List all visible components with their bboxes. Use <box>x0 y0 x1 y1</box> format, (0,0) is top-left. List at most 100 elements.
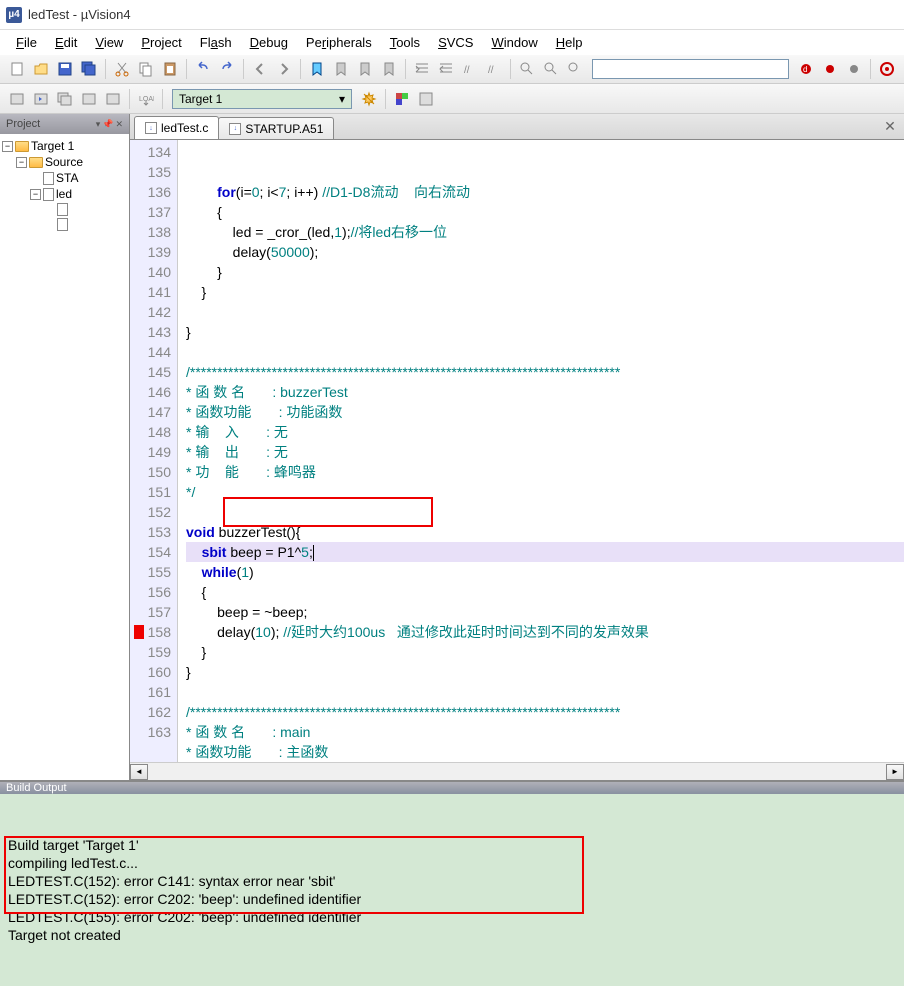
menu-debug[interactable]: Debug <box>242 33 296 52</box>
menu-window[interactable]: Window <box>483 33 545 52</box>
asm-file-icon: ↓ <box>229 123 241 135</box>
c-file-icon: ↓ <box>145 122 157 134</box>
scroll-track[interactable] <box>148 764 886 780</box>
translate-button[interactable] <box>6 88 28 110</box>
bookmark-prev-button[interactable] <box>330 58 352 80</box>
scroll-right-button[interactable]: ► <box>886 764 904 780</box>
batch-build-button[interactable] <box>78 88 100 110</box>
tree-toggle-icon[interactable]: − <box>2 141 13 152</box>
tab-ledtest[interactable]: ↓ ledTest.c <box>134 116 219 139</box>
bookmark-clear-button[interactable] <box>378 58 400 80</box>
tree-include-1[interactable] <box>2 202 127 217</box>
menu-file[interactable]: File <box>8 33 45 52</box>
project-panel-title: Project <box>6 118 40 130</box>
tree-file-led[interactable]: − led <box>2 186 127 202</box>
panel-pin-icon[interactable]: 📌 <box>102 119 113 130</box>
copy-button[interactable] <box>135 58 157 80</box>
menu-svcs[interactable]: SVCS <box>430 33 481 52</box>
manage-button[interactable] <box>415 88 437 110</box>
comment-button[interactable]: // <box>459 58 481 80</box>
menu-help[interactable]: Help <box>548 33 591 52</box>
build-button[interactable] <box>30 88 52 110</box>
undo-button[interactable] <box>192 58 214 80</box>
panel-close-icon[interactable]: ✕ <box>115 119 123 130</box>
uncomment-button[interactable]: // <box>483 58 505 80</box>
menu-peripherals[interactable]: Peripherals <box>298 33 380 52</box>
build-output-content[interactable]: Build target 'Target 1'compiling ledTest… <box>0 794 904 986</box>
bookmark-next-button[interactable] <box>354 58 376 80</box>
paste-button[interactable] <box>159 58 181 80</box>
code-content[interactable]: for(i=0; i<7; i++) //D1-D8流动 向右流动 { led … <box>178 140 904 762</box>
bookmark-button[interactable] <box>306 58 328 80</box>
build-output-panel: Build Output Build target 'Target 1'comp… <box>0 780 904 966</box>
menu-bar: File Edit View Project Flash Debug Perip… <box>0 30 904 54</box>
file-icon <box>57 218 68 231</box>
menu-tools[interactable]: Tools <box>382 33 428 52</box>
folder-icon <box>29 157 43 168</box>
redo-button[interactable] <box>216 58 238 80</box>
open-button[interactable] <box>30 58 52 80</box>
tab-bar: ↓ ledTest.c ↓ STARTUP.A51 ✕ <box>130 114 904 140</box>
tree-led-label: led <box>56 187 72 201</box>
tab-close-button[interactable]: ✕ <box>882 118 898 134</box>
panel-dropdown-icon[interactable]: ▾ <box>96 119 101 130</box>
target-select-value: Target 1 <box>179 92 222 106</box>
scroll-left-button[interactable]: ◄ <box>130 764 148 780</box>
find-combo[interactable] <box>592 59 789 79</box>
toolbar-build: LOAD Target 1 ▾ <box>0 84 904 114</box>
horizontal-scrollbar[interactable]: ◄ ► <box>130 762 904 780</box>
find-files-button[interactable] <box>540 58 562 80</box>
tab-startup[interactable]: ↓ STARTUP.A51 <box>218 117 334 139</box>
tab-ledtest-label: ledTest.c <box>161 121 208 135</box>
menu-project[interactable]: Project <box>133 33 189 52</box>
project-panel: Project ▾ 📌 ✕ − Target 1 − Source STA <box>0 114 130 780</box>
debug-start-button[interactable]: d <box>795 58 817 80</box>
build-output-title: Build Output <box>6 782 67 794</box>
project-panel-header: Project ▾ 📌 ✕ <box>0 114 129 134</box>
tree-toggle-icon[interactable]: − <box>16 157 27 168</box>
svg-text:d: d <box>803 65 807 74</box>
target-select[interactable]: Target 1 ▾ <box>172 89 352 109</box>
new-button[interactable] <box>6 58 28 80</box>
menu-edit[interactable]: Edit <box>47 33 85 52</box>
config-button[interactable] <box>876 58 898 80</box>
code-editor[interactable]: 1341351361371381391401411421431441451461… <box>130 140 904 762</box>
rebuild-button[interactable] <box>54 88 76 110</box>
save-button[interactable] <box>54 58 76 80</box>
svg-text://: // <box>488 65 494 76</box>
tree-source-label: Source <box>45 155 83 169</box>
tree-toggle-icon[interactable]: − <box>30 189 41 200</box>
app-icon: µ4 <box>6 7 22 23</box>
editor-area: ↓ ledTest.c ↓ STARTUP.A51 ✕ 134135136137… <box>130 114 904 780</box>
nav-fwd-button[interactable] <box>273 58 295 80</box>
menu-view[interactable]: View <box>87 33 131 52</box>
kill-breakpoints-button[interactable] <box>843 58 865 80</box>
project-tree[interactable]: − Target 1 − Source STA − led <box>0 134 129 780</box>
file-icon <box>57 203 68 216</box>
build-output-header: Build Output <box>0 782 904 794</box>
incr-search-button[interactable] <box>564 58 586 80</box>
toolbar-main: // // d <box>0 54 904 84</box>
title-bar: µ4 ledTest - µVision4 <box>0 0 904 30</box>
breakpoint-button[interactable] <box>819 58 841 80</box>
find-scope-button[interactable] <box>516 58 538 80</box>
folder-icon <box>15 141 29 152</box>
tree-file-sta[interactable]: STA <box>2 170 127 186</box>
outdent-button[interactable] <box>435 58 457 80</box>
tree-include-2[interactable] <box>2 217 127 232</box>
menu-flash[interactable]: Flash <box>192 33 240 52</box>
tab-startup-label: STARTUP.A51 <box>245 122 323 136</box>
line-number-gutter: 1341351361371381391401411421431441451461… <box>130 140 178 762</box>
stop-build-button[interactable] <box>102 88 124 110</box>
tree-target[interactable]: − Target 1 <box>2 138 127 154</box>
nav-back-button[interactable] <box>249 58 271 80</box>
download-button[interactable]: LOAD <box>135 88 157 110</box>
file-ext-button[interactable] <box>391 88 413 110</box>
tree-sta-label: STA <box>56 171 78 185</box>
save-all-button[interactable] <box>78 58 100 80</box>
indent-button[interactable] <box>411 58 433 80</box>
options-target-button[interactable] <box>358 88 380 110</box>
cut-button[interactable] <box>111 58 133 80</box>
tree-source-group[interactable]: − Source <box>2 154 127 170</box>
window-title: ledTest - µVision4 <box>28 7 131 22</box>
